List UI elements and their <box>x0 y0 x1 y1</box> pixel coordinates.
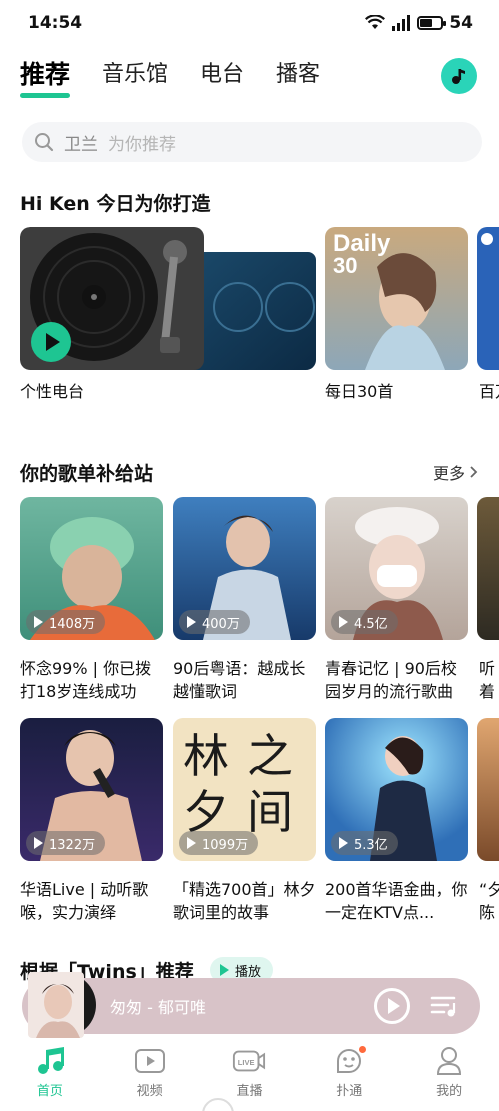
daily-30-card[interactable]: Daily 30 <box>325 227 468 370</box>
nav-mine[interactable]: 我的 <box>409 1040 489 1111</box>
playlist-section-title: 你的歌单补给站 <box>20 463 154 485</box>
bottom-nav: 首页 视频 LIVE 直播 扑通 我的 <box>0 1040 499 1111</box>
million-card[interactable] <box>477 227 499 370</box>
chevron-right-icon <box>470 466 478 478</box>
play-count-badge: 1322万 <box>26 831 106 855</box>
mini-player-song: 匆匆 - 郁可唯 <box>110 998 206 1017</box>
mini-player[interactable]: 匆匆 - 郁可唯 <box>22 972 480 1038</box>
play-count: 400万 <box>202 616 240 632</box>
nav-home[interactable]: 首页 <box>10 1040 90 1111</box>
search-hint: 为你推荐 <box>108 134 176 155</box>
search-keyword: 卫兰 <box>64 134 98 155</box>
personal-radio-label: 个性电台 <box>20 382 85 401</box>
cover-char: 林 <box>183 729 229 783</box>
play-count: 4.5亿 <box>354 616 388 632</box>
playlist-cover[interactable]: 1322万 <box>20 718 163 861</box>
mini-player-play-button[interactable] <box>374 988 410 1024</box>
play-icon <box>187 837 196 849</box>
daily-badge-line1: Daily <box>333 230 391 257</box>
top-tabs: 推荐 音乐馆 电台 播客 <box>20 58 320 98</box>
nav-label: 扑通 <box>336 1084 363 1099</box>
playlist-title: 200首华语金曲，你一定在KTV点... <box>325 880 468 922</box>
more-link[interactable]: 更多 <box>433 460 479 484</box>
playlist-cover[interactable]: 4.5亿 <box>325 497 468 640</box>
face-icon <box>332 1046 367 1076</box>
playlist-title: 听着港语 <box>479 659 496 701</box>
video-icon <box>133 1046 167 1076</box>
playlist-title: 怀念99% | 你已拨打18岁连线成功 <box>20 659 152 701</box>
playlist-title: 青春记忆 | 90后校园岁月的流行歌曲 <box>325 659 457 701</box>
notification-dot <box>359 1046 367 1053</box>
play-icon <box>220 964 229 976</box>
search-bar[interactable]: 卫兰 为你推荐 <box>22 122 482 162</box>
playlist-cover[interactable] <box>477 718 499 861</box>
music-note-icon <box>452 69 465 84</box>
status-bar: 14:54 54 <box>0 0 499 46</box>
nav-putong[interactable]: 扑通 <box>309 1040 389 1111</box>
battery-level: 54 <box>449 13 473 33</box>
million-label: 百万 <box>479 382 499 401</box>
cover-char: 间 <box>247 785 293 839</box>
tab-podcast[interactable]: 播客 <box>276 58 320 92</box>
live-icon: LIVE <box>232 1046 266 1076</box>
tab-radio[interactable]: 电台 <box>200 58 244 92</box>
play-count: 1322万 <box>49 837 96 853</box>
playlist-cover[interactable]: 1408万 <box>20 497 163 640</box>
play-count: 1408万 <box>49 616 96 632</box>
playlist-title: “夕陈精 <box>479 880 499 922</box>
svg-text:LIVE: LIVE <box>238 1058 255 1067</box>
battery-icon <box>417 16 447 30</box>
play-icon <box>339 837 348 849</box>
wifi-icon <box>365 15 386 29</box>
play-icon <box>339 616 348 628</box>
playlist-title: 「精选700首」林夕歌词里的故事 <box>173 880 316 922</box>
nav-label: 直播 <box>236 1084 263 1099</box>
nav-label: 视频 <box>136 1084 163 1099</box>
play-icon <box>187 616 196 628</box>
status-indicators: 54 <box>365 13 473 33</box>
now-playing-button[interactable] <box>441 58 477 94</box>
nav-video[interactable]: 视频 <box>110 1040 190 1111</box>
playlist-cover[interactable]: 400万 <box>173 497 316 640</box>
playlist-cover[interactable]: 5.3亿 <box>325 718 468 861</box>
personal-radio-card[interactable] <box>20 227 316 370</box>
nav-label: 我的 <box>436 1084 463 1099</box>
mini-player-album-art <box>28 972 96 1038</box>
cover-char: 之 <box>247 729 293 783</box>
status-time: 14:54 <box>28 13 83 33</box>
play-count-badge: 400万 <box>179 610 250 634</box>
daily-30-label: 每日30首 <box>325 382 394 401</box>
tab-music-hall[interactable]: 音乐馆 <box>102 58 168 92</box>
radio-play-button[interactable] <box>31 322 71 362</box>
daily-badge-line2: 30 <box>333 253 358 278</box>
twins-play-label: 播放 <box>235 964 262 980</box>
search-icon <box>35 133 54 152</box>
playlist-cover[interactable] <box>477 497 499 640</box>
play-icon <box>388 998 400 1014</box>
play-count-badge: 1408万 <box>26 610 106 634</box>
signal-icon <box>392 15 411 31</box>
play-icon <box>34 616 43 628</box>
play-count: 1099万 <box>202 837 249 853</box>
play-count-badge: 5.3亿 <box>331 831 398 855</box>
play-count-badge: 4.5亿 <box>331 610 398 634</box>
playlist-icon[interactable] <box>430 992 458 1020</box>
playlist-title: 90后粤语：越成长越懂歌词 <box>173 659 306 701</box>
person-icon <box>432 1046 466 1076</box>
play-count-badge: 1099万 <box>179 831 259 855</box>
globe-icon <box>481 233 493 245</box>
play-icon <box>34 837 43 849</box>
play-icon <box>46 333 60 351</box>
play-count: 5.3亿 <box>354 837 388 853</box>
music-note-icon <box>33 1046 67 1076</box>
more-label: 更多 <box>432 464 465 483</box>
playlist-cover[interactable]: 林 之 夕 间 1099万 <box>173 718 316 861</box>
daily-section-title: Hi Ken 今日为你打造 <box>20 193 211 215</box>
nav-label: 首页 <box>36 1084 63 1099</box>
playlist-title: 华语Live | 动听歌喉，实力演绎 <box>20 880 149 922</box>
tab-recommend[interactable]: 推荐 <box>20 58 71 98</box>
